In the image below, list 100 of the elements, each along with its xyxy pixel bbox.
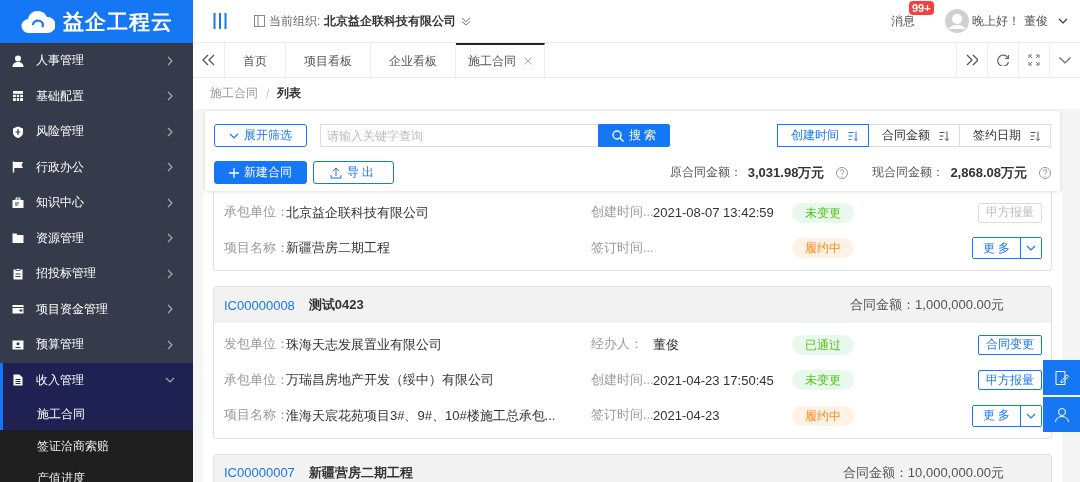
more-button[interactable]: 更 多 <box>972 405 1021 426</box>
folder-icon <box>12 232 24 245</box>
contact-button[interactable] <box>1043 397 1080 432</box>
building-icon <box>254 15 265 27</box>
person-icon <box>12 54 24 67</box>
chevron-right-icon <box>165 304 175 315</box>
fullscreen-icon <box>1028 54 1040 66</box>
refresh-icon <box>997 54 1009 66</box>
field-label: 签订时间... <box>591 239 653 257</box>
field-value: 2021-04-23 <box>653 408 721 424</box>
search-field[interactable]: 请输入关键字查询 <box>320 124 598 147</box>
greeting-text: 晚上好！ <box>972 12 1020 30</box>
sort-icon <box>939 130 949 141</box>
total-value: 3,031.98万元 <box>747 163 825 182</box>
field-label: 创建时间... <box>591 371 653 389</box>
org-name[interactable]: 北京益企联科技有限公司 <box>324 12 457 30</box>
search-icon <box>612 129 624 142</box>
amount-label: 合同金额： <box>842 463 908 482</box>
field-value: 万瑞昌房地产开发（绥中）有限公司 <box>286 371 495 390</box>
more-button[interactable]: 更 多 <box>972 238 1021 259</box>
total-label: 原合同金额： <box>669 164 742 181</box>
sidebar-item[interactable]: 行政办公 <box>0 149 193 185</box>
sidebar-item[interactable]: 招投标管理 <box>0 256 193 292</box>
chevron-right-icon <box>165 197 175 208</box>
grid-icon <box>12 90 24 103</box>
field-label: 发包单位： <box>224 336 286 354</box>
expand-filter-button[interactable]: 展开筛选 <box>214 124 307 147</box>
sort-button[interactable]: 合同金额 <box>868 124 960 147</box>
chevron-right-icon <box>165 233 175 244</box>
edit-note-icon <box>1053 369 1070 386</box>
chevron-right-icon <box>165 91 175 102</box>
contract-code-link[interactable]: IC00000007 <box>224 465 295 480</box>
field-value: 新疆营房二期工程 <box>286 239 391 258</box>
chevron-down-icon <box>1059 54 1071 66</box>
sort-button[interactable]: 签约日期 <box>959 124 1051 147</box>
field-value: 董俊 <box>653 335 680 354</box>
sidebar-item[interactable]: 预算管理 <box>0 327 193 363</box>
messages-link[interactable]: 消息 <box>891 13 915 28</box>
sort-button[interactable]: 创建时间 <box>777 124 869 147</box>
new-contract-button[interactable]: 新建合同 <box>214 161 307 184</box>
action-button[interactable]: 甲方报量 <box>978 370 1042 391</box>
sidebar-item[interactable]: 知识中心 <box>0 185 193 221</box>
chevron-right-icon <box>165 162 175 173</box>
upload-icon <box>330 166 342 179</box>
menu-icon[interactable] <box>213 13 227 29</box>
field-label: 承包单位： <box>224 371 286 389</box>
field-label: 创建时间... <box>591 204 653 222</box>
feedback-button[interactable] <box>1043 360 1080 395</box>
app-name: 益企工程云 <box>62 8 173 35</box>
double-chevron-right-icon <box>966 54 978 66</box>
sidebar-item[interactable]: 人事管理 <box>0 43 193 79</box>
chevron-right-icon <box>165 126 175 137</box>
chevron-right-icon <box>165 339 175 350</box>
help-icon[interactable] <box>1039 166 1051 179</box>
sidebar-subitem[interactable]: 施工合同 <box>0 398 193 430</box>
flag-icon <box>12 161 24 174</box>
export-button[interactable]: 导出 <box>313 161 394 184</box>
status-tag: 未变更 <box>792 202 854 223</box>
amount-value: 10,000,000.00元 <box>907 463 1004 482</box>
status-tag: 履约中 <box>792 405 854 426</box>
contract-name: 测试0423 <box>308 296 364 314</box>
search-button[interactable]: 搜 索 <box>598 124 671 147</box>
amount-value: 1,000,000.00元 <box>915 296 1004 314</box>
sidebar-item[interactable]: 资源管理 <box>0 220 193 256</box>
status-tag: 未变更 <box>792 370 854 391</box>
sort-icon <box>1030 130 1040 141</box>
help-icon[interactable] <box>836 166 849 179</box>
close-icon[interactable] <box>524 57 532 65</box>
chevron-right-icon <box>165 55 175 66</box>
contract-name: 新疆营房二期工程 <box>308 463 413 482</box>
chevron-down-icon[interactable] <box>461 16 472 26</box>
cloud-logo-icon <box>20 8 55 35</box>
action-button[interactable]: 合同变更 <box>978 334 1042 355</box>
plus-icon <box>229 167 239 178</box>
chevron-right-icon <box>165 268 175 279</box>
breadcrumb-separator: / <box>266 86 270 101</box>
document-icon <box>12 374 24 387</box>
org-label: 当前组织: <box>269 12 321 30</box>
shield-icon <box>12 125 24 138</box>
sidebar-item[interactable]: 风险管理 <box>0 114 193 150</box>
field-label: 签订时间... <box>591 407 653 425</box>
sidebar-item[interactable]: 项目资金管理 <box>0 291 193 327</box>
status-tag: 已通过 <box>792 334 854 355</box>
field-value: 珠海天志发展置业有限公司 <box>286 335 443 354</box>
total-label: 现合同金额： <box>872 164 945 181</box>
contract-code-link[interactable]: IC00000008 <box>224 297 295 313</box>
field-value: 北京益企联科技有限公司 <box>286 203 430 222</box>
avatar-icon <box>945 9 969 33</box>
status-tag: 履约中 <box>792 238 854 259</box>
amount-label: 合同金额： <box>850 296 916 314</box>
field-value: 淮海天宸花苑项目3#、9#、10#楼施工总承包... <box>286 406 557 425</box>
clipboard-icon <box>12 267 24 280</box>
tab[interactable]: 施工合同 <box>456 43 545 77</box>
sidebar-item[interactable]: 基础配置 <box>0 78 193 114</box>
field-value: 2021-04-23 17:50:45 <box>653 372 775 388</box>
app-logo[interactable]: 益企工程云 <box>0 0 193 43</box>
id-card-icon <box>12 338 24 351</box>
user-name[interactable]: 董俊 <box>1024 12 1048 30</box>
sidebar-item[interactable]: 收入管理 <box>0 362 193 398</box>
sidebar-subitem[interactable]: 签证洽商索赔 <box>0 430 193 462</box>
